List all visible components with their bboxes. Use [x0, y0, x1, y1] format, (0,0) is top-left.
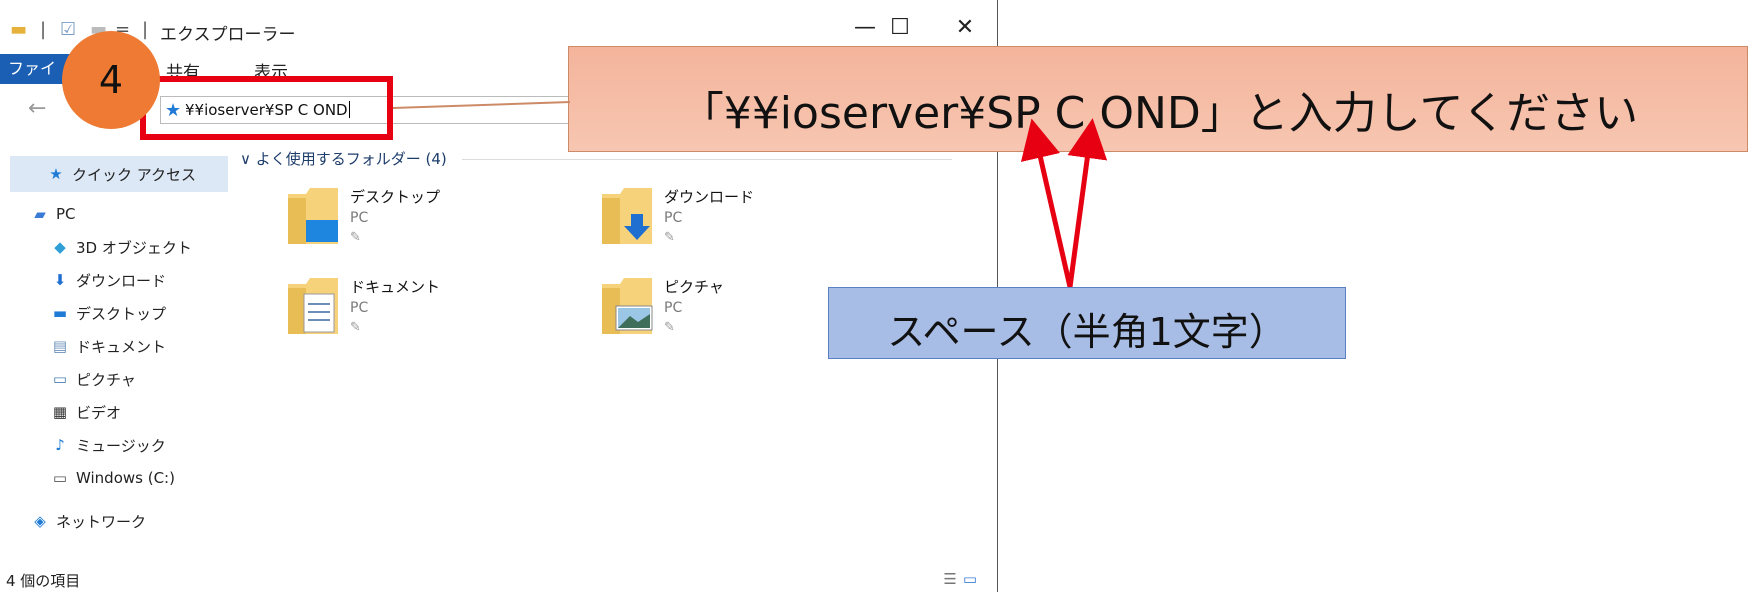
space-note-text: スペース（半角1文字）: [887, 310, 1287, 354]
address-highlight-frame: [140, 76, 393, 140]
space-arrow-right: [1067, 118, 1108, 288]
space-note-box: スペース（半角1文字）: [828, 287, 1346, 359]
callout-connector-line: [392, 101, 571, 109]
step-number-badge: 4: [62, 31, 160, 129]
space-arrow-left: [1020, 118, 1073, 288]
